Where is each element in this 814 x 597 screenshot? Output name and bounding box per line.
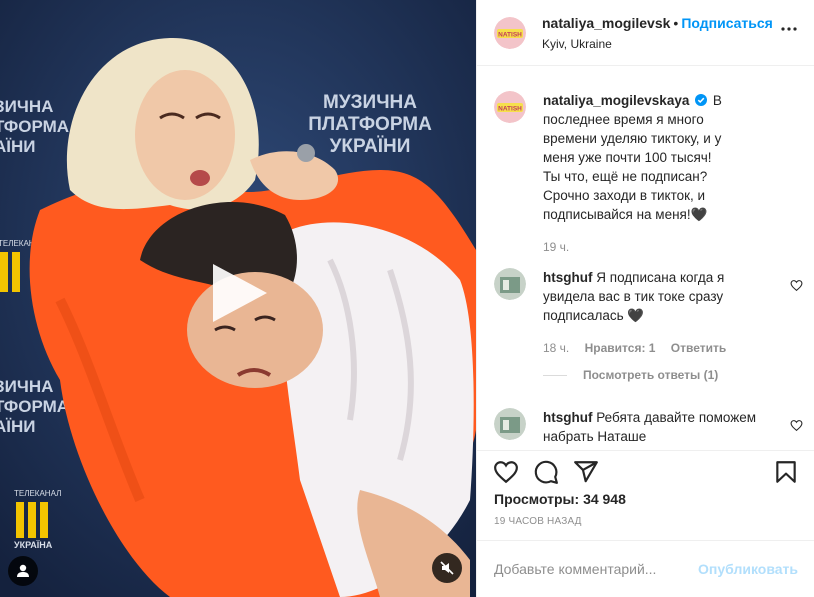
mute-icon — [440, 561, 454, 575]
view-replies-button[interactable]: Посмотреть ответы (1) — [543, 368, 718, 382]
backdrop-lower-line1: ЗИЧНА — [0, 377, 53, 396]
comment-icon[interactable] — [533, 459, 559, 485]
caption-username[interactable]: nataliya_mogilevskaya — [543, 93, 689, 108]
views-count[interactable]: Просмотры: 34 948 — [494, 491, 626, 507]
backdrop-left-line1: ЗИЧНА — [0, 97, 53, 116]
backdrop-banner-line1: МУЗИЧНА — [323, 92, 417, 113]
caption-text-line2: Ты что, ещё не подписан? Срочно заходи в… — [543, 169, 708, 222]
post-time[interactable]: 19 ЧАСОВ НАЗАД — [494, 516, 582, 527]
follow-button[interactable]: Подписаться — [681, 15, 773, 31]
bookmark-icon[interactable] — [773, 459, 799, 485]
view-replies-label: Посмотреть ответы (1) — [583, 368, 719, 382]
backdrop-tv-label: ТЕЛЕКАНАЛ — [14, 489, 61, 498]
add-comment-bar: Опубликовать — [477, 540, 814, 597]
comment-avatar[interactable] — [494, 408, 526, 440]
backdrop-banner-line3: УКРАЇНИ — [330, 136, 411, 157]
views-label: Просмотры: — [494, 491, 580, 507]
post-details-panel: NATISH nataliya_mogilevsk • Подписаться Ky… — [476, 0, 814, 597]
comment-item: htsghuf Я подписана когда я увидела вас … — [494, 268, 804, 358]
views-value: 34 948 — [583, 491, 626, 507]
post-video[interactable]: МУЗИЧНА ПЛАТФОРМА УКРАЇНИ ЗИЧНА ТФОРМА А… — [0, 0, 476, 597]
publish-button[interactable]: Опубликовать — [698, 561, 798, 577]
backdrop-lower-line3: АЇНИ — [0, 417, 35, 436]
comment-input[interactable] — [494, 561, 699, 577]
tagged-user-button[interactable] — [8, 556, 38, 586]
caption-avatar-text: NATISH — [498, 106, 522, 113]
backdrop-left-line3: АЇНИ — [0, 137, 35, 156]
avatar-text: NATISH — [498, 31, 522, 38]
heart-icon[interactable] — [493, 459, 519, 485]
comment-likes[interactable]: Нравится: 1 — [585, 341, 656, 355]
caption-avatar[interactable]: NATISH — [494, 91, 526, 123]
caption-time[interactable]: 19 ч. — [543, 240, 569, 254]
backdrop-left-line2: ТФОРМА — [0, 117, 69, 136]
caption: NATISH nataliya_mogilevskaya В последнее… — [494, 91, 804, 257]
replies-divider — [543, 374, 567, 376]
more-icon[interactable] — [781, 27, 797, 31]
share-icon[interactable] — [573, 459, 599, 485]
comment-item: htsghuf Ребята давайте поможем набрать Н… — [494, 408, 804, 446]
comment-username[interactable]: htsghuf — [543, 270, 593, 285]
heart-icon[interactable] — [790, 419, 803, 432]
reply-button[interactable]: Ответить — [671, 341, 726, 355]
backdrop-lower-line2: ТФОРМА — [0, 397, 69, 416]
avatar[interactable]: NATISH — [494, 16, 526, 49]
comment-time[interactable]: 18 ч. — [543, 341, 569, 355]
mute-button[interactable] — [432, 553, 462, 583]
backdrop-banner-line2: ПЛАТФОРМА — [308, 114, 432, 135]
post-header: NATISH nataliya_mogilevsk • Подписаться Ky… — [477, 0, 814, 66]
comments-list[interactable]: NATISH nataliya_mogilevskaya В последнее… — [477, 67, 814, 450]
header-username[interactable]: nataliya_mogilevsk — [542, 15, 670, 31]
user-icon — [17, 564, 29, 577]
heart-icon[interactable] — [790, 279, 803, 292]
comment-avatar[interactable] — [494, 268, 526, 300]
backdrop-tv-name: УКРАЇНА — [14, 540, 53, 550]
verified-icon — [695, 94, 708, 106]
header-location[interactable]: Kyiv, Ukraine — [542, 37, 773, 51]
comment-username[interactable]: htsghuf — [543, 410, 593, 425]
header-separator: • — [673, 14, 679, 31]
play-icon[interactable] — [205, 260, 271, 326]
